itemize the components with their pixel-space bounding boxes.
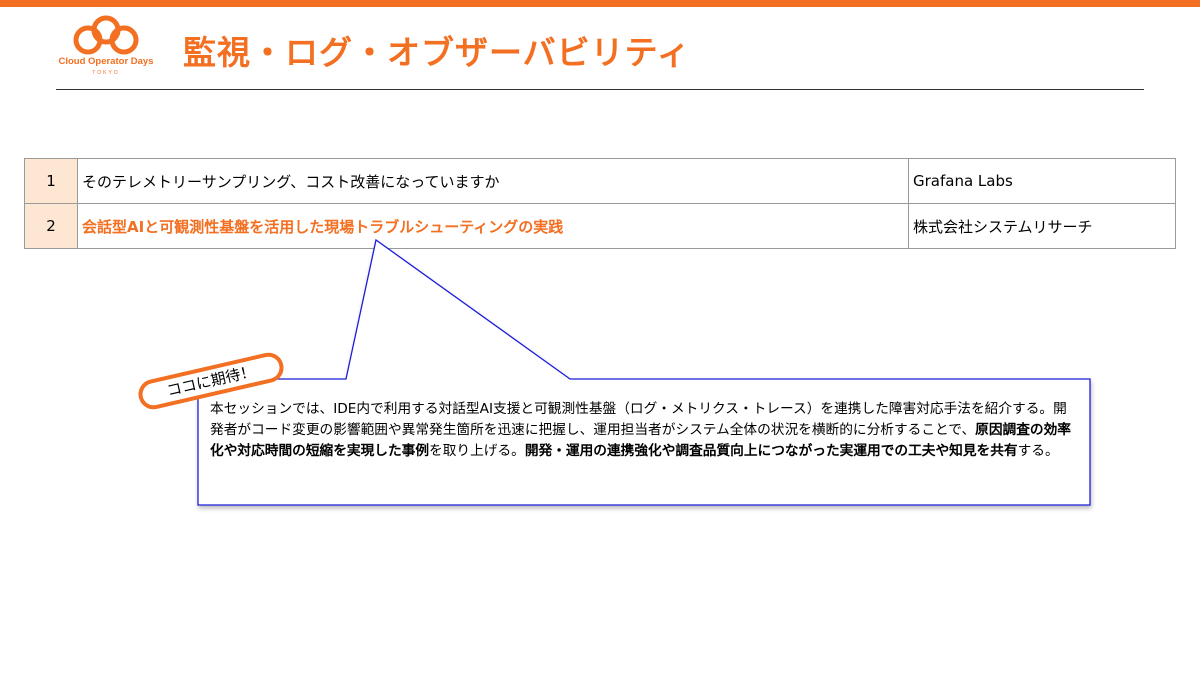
callout-text-part: 本セッションでは、IDE内で利用する対話型AI支援と可観測性基盤（ログ・メトリク… bbox=[210, 401, 1067, 438]
callout-text: 本セッションでは、IDE内で利用する対話型AI支援と可観測性基盤（ログ・メトリク… bbox=[198, 379, 1090, 505]
callout-emphasis: 開発・運用の連携強化や調査品質向上につながった実運用での工夫や知見を共有 bbox=[524, 443, 1018, 459]
callout-text-part: する。 bbox=[1017, 443, 1059, 459]
callout-shape bbox=[197, 238, 1091, 506]
callout-text-part: を取り上げる。 bbox=[429, 443, 525, 459]
